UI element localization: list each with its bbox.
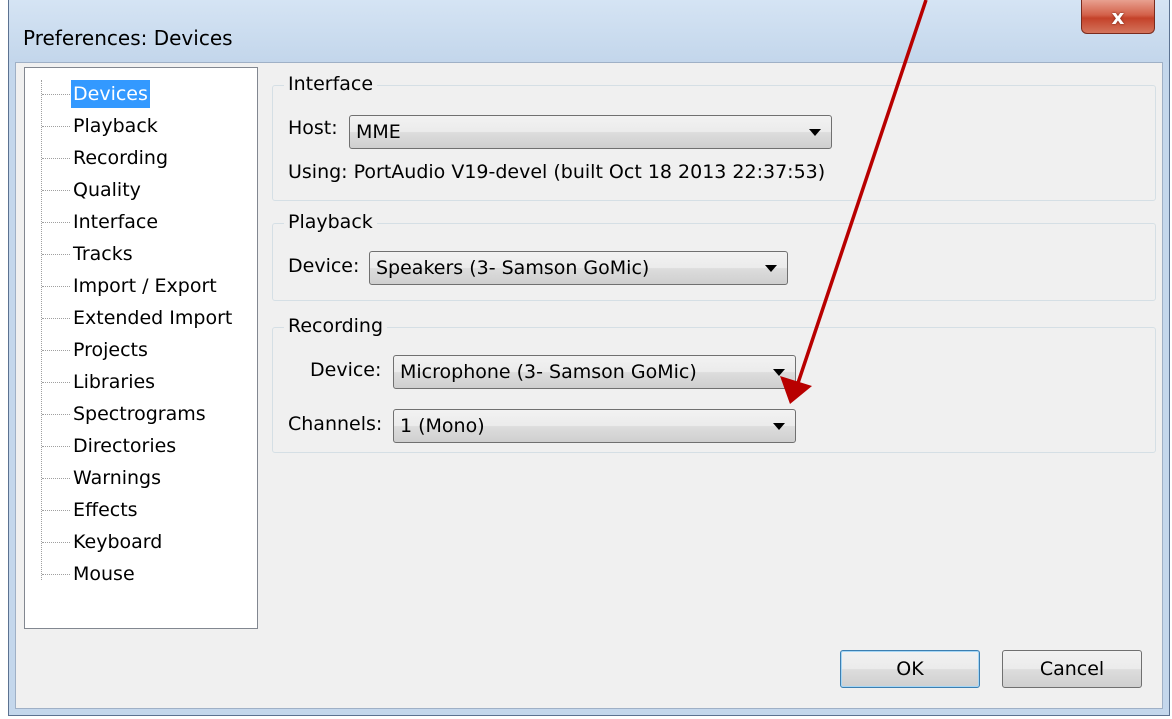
channels-value: 1 (Mono) (400, 415, 485, 437)
tree-branch (42, 222, 70, 223)
ok-button[interactable]: OK (840, 650, 980, 688)
tree-item-libraries[interactable]: Libraries (71, 368, 157, 396)
tree-branch (42, 318, 70, 319)
playback-group-label: Playback (284, 211, 377, 233)
close-button[interactable]: x (1081, 0, 1155, 34)
tree-branch (42, 446, 70, 447)
tree-item-warnings[interactable]: Warnings (71, 464, 163, 492)
tree-branch (42, 510, 70, 511)
tree-item-interface[interactable]: Interface (71, 208, 160, 236)
tree-branch (42, 574, 70, 575)
recording-device-value: Microphone (3- Samson GoMic) (400, 361, 697, 383)
chevron-down-icon (809, 129, 821, 136)
tree-branch (42, 478, 70, 479)
tree-branch (42, 286, 70, 287)
title-bar[interactable]: Preferences: Devices x (9, 0, 1169, 62)
tree-branch (42, 126, 70, 127)
chevron-down-icon (773, 423, 785, 430)
tree-item-projects[interactable]: Projects (71, 336, 150, 364)
close-icon: x (1111, 4, 1125, 29)
host-label: Host: (288, 117, 338, 139)
tree-item-keyboard[interactable]: Keyboard (71, 528, 164, 556)
tree-item-recording[interactable]: Recording (71, 144, 170, 172)
preferences-category-tree[interactable]: Devices Playback Recording Quality Inter… (24, 67, 258, 629)
host-select[interactable]: MME (349, 115, 832, 149)
playback-device-label: Device: (288, 255, 360, 277)
tree-item-directories[interactable]: Directories (71, 432, 178, 460)
preferences-dialog: Preferences: Devices x Devices Playback … (8, 0, 1170, 716)
tree-item-mouse[interactable]: Mouse (71, 560, 137, 588)
cancel-button[interactable]: Cancel (1002, 650, 1142, 688)
tree-branch (42, 190, 70, 191)
tree-branch (42, 254, 70, 255)
playback-device-select[interactable]: Speakers (3- Samson GoMic) (369, 251, 788, 285)
interface-group-label: Interface (284, 73, 378, 95)
tree-branch (42, 350, 70, 351)
dialog-client-area: Devices Playback Recording Quality Inter… (15, 62, 1163, 709)
window-title: Preferences: Devices (23, 26, 233, 50)
host-select-value: MME (356, 121, 401, 143)
recording-device-select[interactable]: Microphone (3- Samson GoMic) (393, 355, 796, 389)
tree-branch (42, 382, 70, 383)
playback-device-value: Speakers (3- Samson GoMic) (376, 257, 650, 279)
tree-item-tracks[interactable]: Tracks (71, 240, 135, 268)
tree-item-effects[interactable]: Effects (71, 496, 140, 524)
tree-item-playback[interactable]: Playback (71, 112, 160, 140)
channels-select[interactable]: 1 (Mono) (393, 409, 796, 443)
tree-branch (42, 94, 70, 95)
tree-item-extended-import[interactable]: Extended Import (71, 304, 234, 332)
recording-device-label: Device: (310, 359, 382, 381)
tree-item-devices[interactable]: Devices (71, 80, 150, 108)
tree-connector-line (41, 80, 42, 580)
chevron-down-icon (773, 369, 785, 376)
tree-branch (42, 158, 70, 159)
recording-group-label: Recording (284, 315, 388, 337)
channels-label: Channels: (288, 413, 383, 435)
tree-item-quality[interactable]: Quality (71, 176, 143, 204)
using-portaudio-text: Using: PortAudio V19-devel (built Oct 18… (288, 161, 826, 183)
tree-item-import-export[interactable]: Import / Export (71, 272, 219, 300)
tree-branch (42, 414, 70, 415)
tree-branch (42, 542, 70, 543)
chevron-down-icon (765, 265, 777, 272)
tree-item-spectrograms[interactable]: Spectrograms (71, 400, 208, 428)
